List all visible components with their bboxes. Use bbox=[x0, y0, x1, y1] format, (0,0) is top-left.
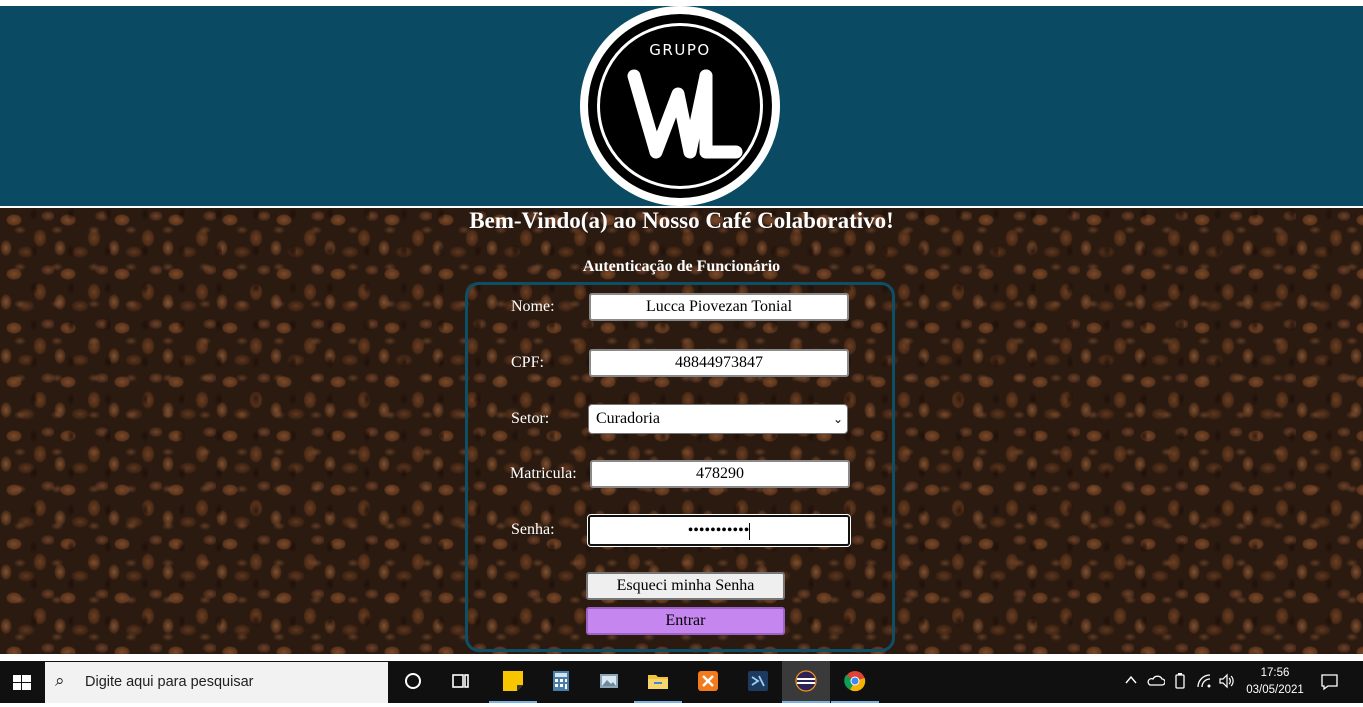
eclipse-icon[interactable] bbox=[782, 661, 830, 703]
grupo-wl-logo: GRUPO bbox=[580, 6, 780, 206]
text-cursor bbox=[749, 522, 751, 540]
wifi-icon[interactable] bbox=[1196, 672, 1214, 694]
matricula-field[interactable]: 478290 bbox=[590, 460, 850, 488]
auth-subtitle: Autenticação de Funcionário bbox=[582, 258, 781, 275]
senha-label: Senha: bbox=[511, 521, 555, 538]
matricula-label: Matricula: bbox=[510, 465, 577, 482]
enter-button[interactable]: Entrar bbox=[586, 607, 785, 635]
taskbar-search-box[interactable]: ⌕ Digite aqui para pesquisar bbox=[45, 662, 388, 703]
chrome-icon[interactable] bbox=[831, 661, 879, 703]
clock-time: 17:56 bbox=[1260, 667, 1290, 679]
vscode-icon[interactable] bbox=[734, 661, 782, 703]
notifications-icon[interactable] bbox=[1320, 672, 1340, 696]
calculator-icon[interactable] bbox=[537, 661, 585, 703]
bottom-divider bbox=[0, 654, 1363, 661]
sticky-notes-icon[interactable] bbox=[489, 661, 537, 703]
coffee-background: Bem-Vindo(a) ao Nosso Café Colaborativo!… bbox=[0, 208, 1363, 654]
search-placeholder: Digite aqui para pesquisar bbox=[85, 674, 254, 690]
nome-field[interactable]: Lucca Piovezan Tonial bbox=[589, 293, 849, 321]
taskbar-clock[interactable]: 17:56 03/05/2021 bbox=[1240, 665, 1310, 699]
header-banner: GRUPO bbox=[0, 6, 1363, 206]
file-explorer-icon[interactable] bbox=[634, 661, 682, 703]
welcome-heading: Bem-Vindo(a) ao Nosso Café Colaborativo! bbox=[469, 208, 894, 233]
wl-letters-icon bbox=[627, 69, 743, 159]
chevron-down-icon: ⌄ bbox=[832, 412, 843, 426]
onedrive-icon[interactable] bbox=[1147, 673, 1166, 693]
photos-icon[interactable] bbox=[585, 661, 633, 703]
cortana-icon[interactable] bbox=[389, 661, 437, 703]
cpf-field[interactable]: 48844973847 bbox=[589, 349, 849, 377]
windows-taskbar: ⌕ Digite aqui para pesquisar 17:56 03/05… bbox=[0, 661, 1363, 703]
start-button[interactable] bbox=[0, 661, 44, 703]
setor-select[interactable]: Curadoria ⌄ bbox=[588, 404, 848, 434]
senha-masked-value: ••••••••••• bbox=[687, 522, 750, 539]
setor-selected-value: Curadoria bbox=[596, 410, 660, 427]
forgot-password-button[interactable]: Esqueci minha Senha bbox=[586, 572, 785, 600]
logo-top-text: GRUPO bbox=[649, 41, 711, 59]
clock-date: 03/05/2021 bbox=[1246, 684, 1304, 696]
cpf-label: CPF: bbox=[511, 354, 544, 371]
battery-icon[interactable] bbox=[1173, 672, 1187, 694]
search-icon: ⌕ bbox=[55, 671, 65, 691]
xampp-icon[interactable] bbox=[684, 661, 732, 703]
chevron-up-icon[interactable] bbox=[1124, 673, 1138, 691]
windows-icon bbox=[13, 675, 31, 690]
task-view-icon[interactable] bbox=[437, 661, 485, 703]
volume-icon[interactable] bbox=[1218, 672, 1236, 694]
setor-label: Setor: bbox=[511, 410, 550, 427]
senha-field[interactable]: ••••••••••• bbox=[588, 515, 850, 546]
nome-label: Nome: bbox=[511, 298, 555, 315]
